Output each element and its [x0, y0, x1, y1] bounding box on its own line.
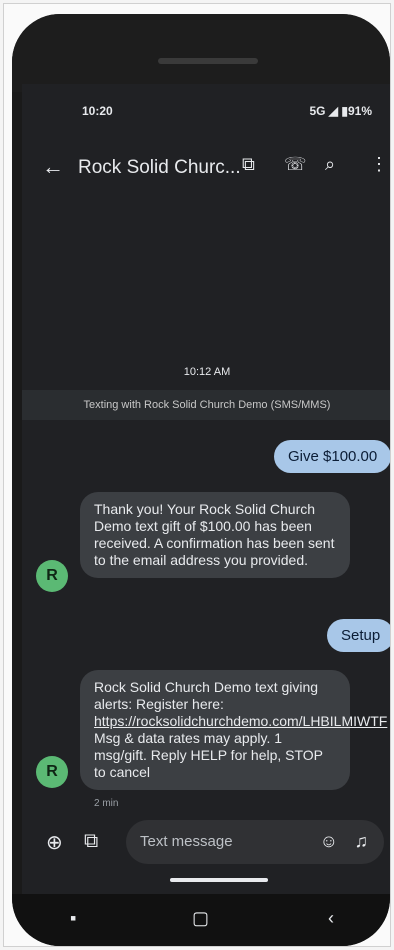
emoji-icon[interactable]: ☺: [320, 831, 338, 852]
registration-link[interactable]: https://rocksolidchurchdemo.com/LHBILMIW…: [94, 713, 387, 729]
conversation-app-bar: ← Rock Solid Churc... ⧉ ☏ ⌕ ⋮: [22, 148, 390, 188]
video-icon[interactable]: ⧉: [242, 154, 255, 175]
gesture-handle[interactable]: [170, 878, 268, 882]
system-nav-bar: ▪ ▢ ‹: [12, 894, 390, 946]
nav-home-icon[interactable]: ▢: [192, 908, 209, 929]
conversation-timestamp: 10:12 AM: [183, 366, 231, 378]
speaker-grille: [158, 58, 258, 64]
message-text: Rock Solid Church Demo text giving alert…: [94, 679, 319, 712]
message-composer: ⊕ ⧉ Text message ☺ ♫: [22, 818, 390, 868]
text-message-placeholder: Text message: [140, 833, 233, 850]
message-bubble-incoming[interactable]: Rock Solid Church Demo text giving alert…: [80, 670, 387, 790]
nav-recent-icon[interactable]: ‹: [328, 908, 334, 929]
sms-banner: Texting with Rock Solid Church Demo (SMS…: [22, 390, 390, 420]
avatar: R: [36, 756, 68, 788]
phone-body: 10:20 5G ◢ ▮91% ← Rock Solid Churc... ⧉ …: [12, 14, 390, 946]
message-bubble-outgoing[interactable]: Setup: [327, 619, 390, 652]
screenshot-frame: 10:20 5G ◢ ▮91% ← Rock Solid Churc... ⧉ …: [3, 3, 391, 947]
text-message-input[interactable]: Text message ☺ ♫: [126, 820, 384, 864]
status-indicators: 5G ◢ ▮91%: [309, 104, 372, 118]
conversation-title[interactable]: Rock Solid Churc...: [78, 157, 241, 179]
avatar: R: [36, 560, 68, 592]
message-time: 2 min: [94, 798, 119, 809]
message-text: Msg & data rates may apply. 1 msg/gift. …: [94, 730, 323, 780]
messages-screen: 10:20 5G ◢ ▮91% ← Rock Solid Churc... ⧉ …: [22, 84, 390, 894]
message-bubble-incoming[interactable]: Thank you! Your Rock Solid Church Demo t…: [80, 492, 350, 578]
gallery-icon[interactable]: ⧉: [84, 830, 98, 853]
more-vert-icon[interactable]: ⋮: [370, 154, 388, 175]
nav-back-icon[interactable]: ▪: [70, 908, 76, 929]
phone-icon[interactable]: ☏: [284, 154, 307, 175]
add-circle-icon[interactable]: ⊕: [46, 830, 63, 855]
search-icon[interactable]: ⌕: [325, 154, 335, 175]
message-bubble-outgoing[interactable]: Give $100.00: [274, 440, 390, 473]
phone-top-bezel: [12, 14, 390, 92]
arrow-left-icon[interactable]: ←: [42, 154, 64, 180]
status-time: 10:20: [82, 104, 113, 118]
status-bar: 10:20 5G ◢ ▮91%: [22, 104, 390, 124]
mic-icon[interactable]: ♫: [355, 831, 369, 852]
